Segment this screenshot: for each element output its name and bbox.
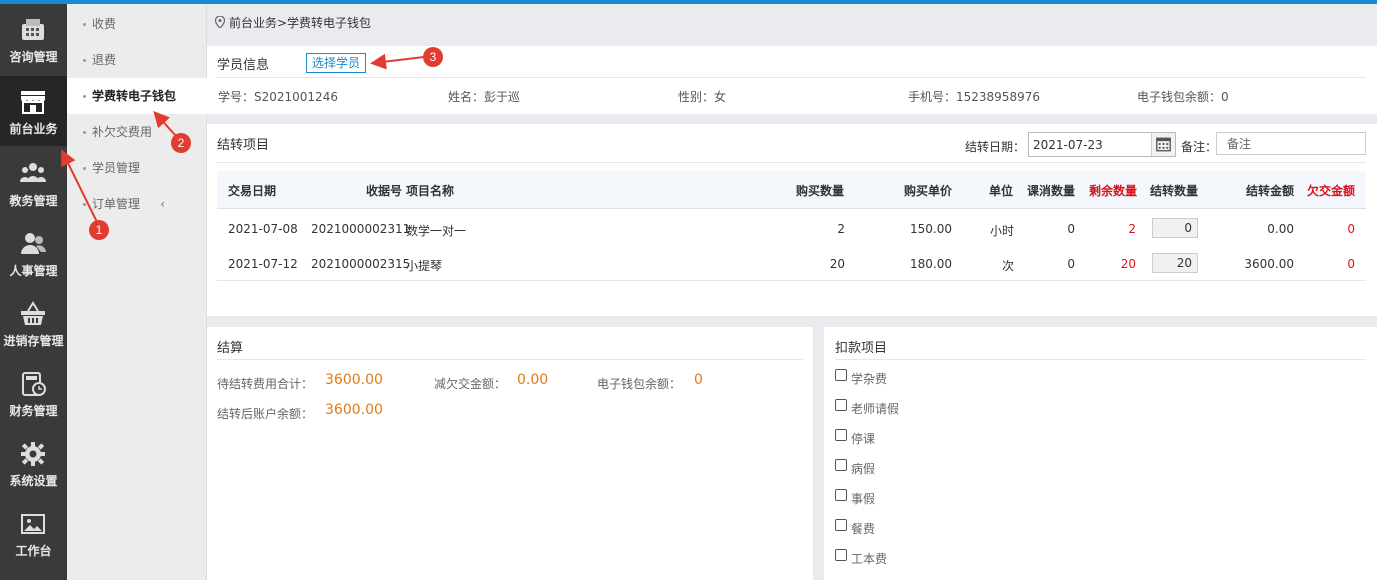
annotation-arrow-1 (61, 149, 99, 225)
annotation-marker-2: 2 (171, 133, 191, 153)
annotation-marker-3: 3 (423, 47, 443, 67)
annotation-marker-1: 1 (89, 220, 109, 240)
annotation-arrow-3 (370, 53, 425, 70)
annotation-arrows (61, 53, 425, 225)
annotation-arrow-2 (153, 111, 177, 137)
